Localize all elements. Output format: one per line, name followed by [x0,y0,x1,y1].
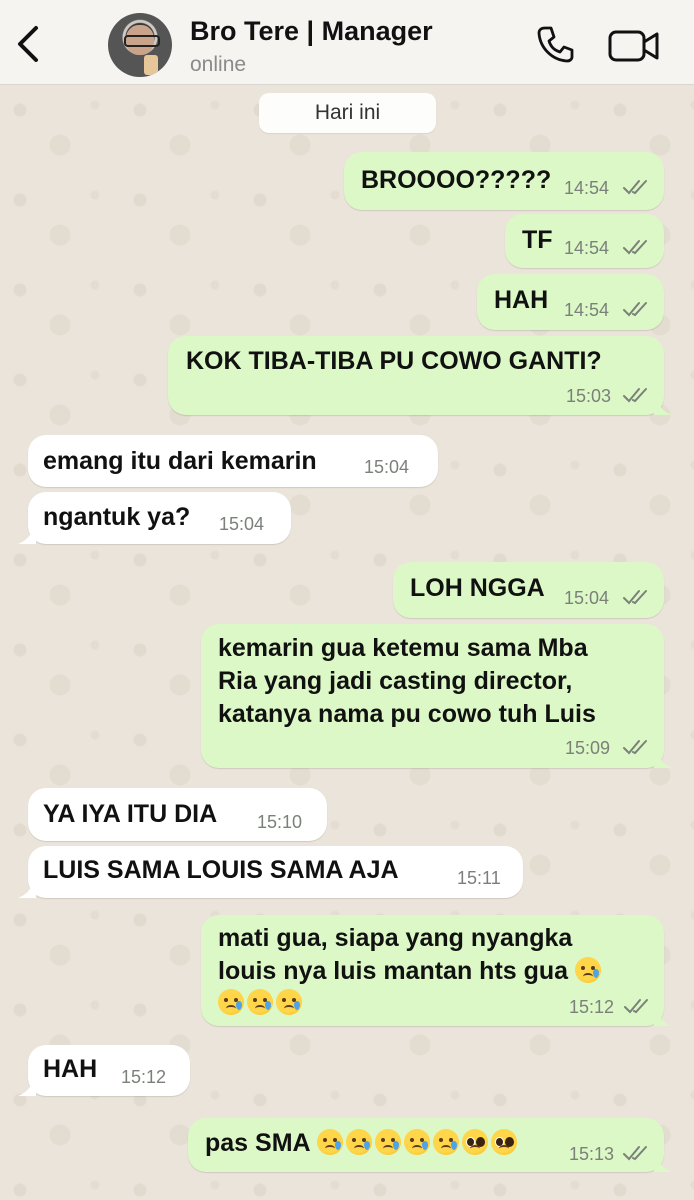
message-outgoing[interactable]: BROOOO????? 14:54 [344,152,664,210]
sad-relieved-emoji-icon [316,1129,343,1155]
bubble-tail [654,1154,672,1172]
message-text-line: louis nya luis mantan hts gua [218,955,604,988]
message-outgoing[interactable]: HAH 14:54 [477,274,664,330]
chat-thread[interactable]: Hari ini BROOOO????? 14:54 TF 14:54 HAH … [0,84,694,1200]
message-time: 15:09 [565,738,611,758]
contact-name[interactable]: Bro Tere | Manager [190,16,433,47]
bubble-tail [654,750,672,768]
message-time: 15:04 [364,457,410,477]
message-outgoing[interactable]: KOK TIBA-TIBA PU COWO GANTI? 15:03 [168,336,672,415]
double-check-icon [623,388,647,403]
message-outgoing[interactable]: pas SMA 15:13 [188,1118,672,1172]
double-check-icon [623,590,647,605]
avatar-glasses [124,35,160,47]
message-text: emang itu dari kemarin [43,447,317,475]
bubble-tail [18,526,36,544]
message-time: 15:11 [457,868,501,888]
video-call-button[interactable] [606,26,662,66]
message-time: 15:10 [257,812,303,832]
message-time: 15:13 [569,1144,615,1164]
crying-emoji-icon [403,1129,430,1155]
message-incoming[interactable]: LUIS SAMA LOUIS SAMA AJA 15:11 [18,846,523,898]
sad-relieved-emoji-icon [345,1129,372,1155]
message-text-with-emoji: pas SMA [205,1127,520,1160]
message-text-line: kemarin gua ketemu sama Mba [218,634,588,662]
message-time: 15:12 [569,997,615,1017]
date-separator: Hari ini [259,93,436,133]
message-text: pas SMA [205,1129,310,1157]
double-check-icon [623,180,647,195]
message-incoming[interactable]: YA IYA ITU DIA 15:10 [28,788,327,841]
message-text: HAH [494,286,549,314]
avatar[interactable] [108,13,172,77]
message-time: 15:12 [121,1067,167,1087]
back-button[interactable] [14,22,44,66]
sad-relieved-emoji-icon [218,989,244,1015]
message-text-line: louis nya luis mantan hts gua [218,957,569,985]
sad-relieved-emoji-icon [276,989,302,1015]
video-camera-icon [608,30,659,62]
double-check-icon [623,740,647,755]
bubble-tail [654,397,672,415]
message-text: HAH [43,1055,98,1083]
message-outgoing[interactable]: mati gua, siapa yang nyangka louis nya l… [201,915,672,1026]
chat-header: Bro Tere | Manager online [0,0,694,85]
double-check-icon [624,999,648,1014]
avatar-phone [144,55,158,75]
message-incoming[interactable]: HAH 15:12 [18,1045,190,1096]
message-outgoing[interactable]: kemarin gua ketemu sama Mba Ria yang jad… [201,624,672,768]
voice-call-button[interactable] [534,22,578,66]
message-incoming[interactable]: ngantuk ya? 15:04 [18,492,291,544]
message-time: 14:54 [564,300,610,320]
sad-relieved-emoji-icon [247,989,273,1015]
message-outgoing[interactable]: LOH NGGA 15:04 [393,562,664,618]
double-check-icon [623,302,647,317]
message-text: LUIS SAMA LOUIS SAMA AJA [43,856,399,884]
message-text-line: mati gua, siapa yang nyangka [218,924,573,952]
contact-status: online [190,53,247,76]
message-text: KOK TIBA-TIBA PU COWO GANTI? [186,347,602,375]
message-time: 15:03 [566,386,612,406]
pleading-face-emoji-icon [490,1129,517,1155]
sad-relieved-emoji-icon [374,1129,401,1155]
message-time: 15:04 [564,588,610,608]
bubble-tail [654,1008,672,1026]
message-time: 14:54 [564,238,610,258]
chevron-left-icon [18,26,38,62]
message-outgoing[interactable]: TF 14:54 [505,214,664,268]
message-time: 15:04 [219,514,265,534]
emoji-row [218,987,305,1020]
message-text-line: katanya nama pu cowo tuh Luis [218,700,596,728]
message-text: YA IYA ITU DIA [43,800,218,828]
message-text: LOH NGGA [410,574,545,602]
phone-icon [537,26,574,63]
sad-relieved-emoji-icon [575,957,602,983]
message-text: TF [522,226,553,254]
double-check-icon [623,240,647,255]
message-incoming[interactable]: emang itu dari kemarin 15:04 [28,435,438,487]
crying-emoji-icon [432,1129,459,1155]
double-check-icon [623,1146,647,1161]
message-time: 14:54 [564,178,610,198]
message-text: ngantuk ya? [43,503,191,531]
pleading-face-emoji-icon [461,1129,488,1155]
message-text-line: Ria yang jadi casting director, [218,667,573,695]
message-text: BROOOO????? [361,166,552,194]
bubble-tail [18,1078,36,1096]
bubble-tail [18,880,36,898]
